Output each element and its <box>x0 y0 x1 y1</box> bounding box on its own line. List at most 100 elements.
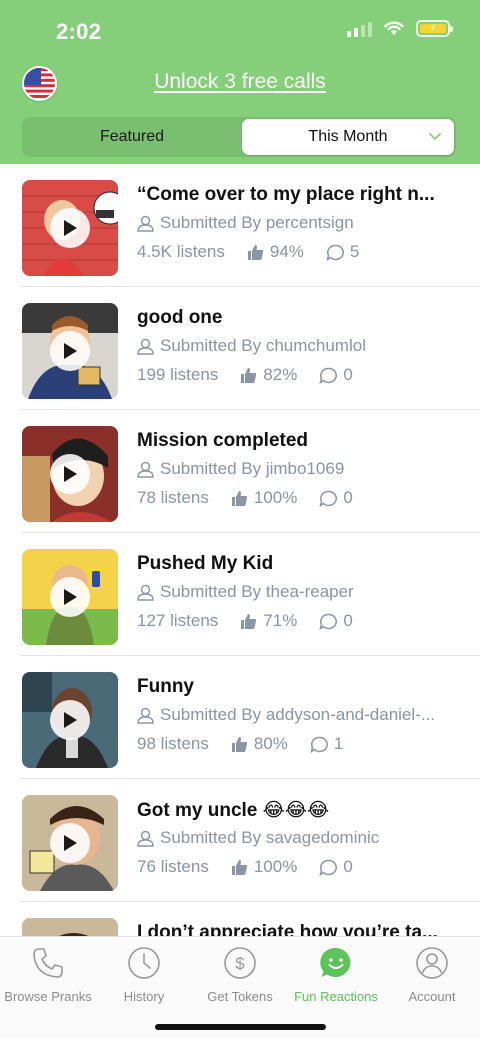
submitted-by: Submitted By addyson-and-daniel-... <box>137 705 467 725</box>
status-time: 2:02 <box>56 19 102 44</box>
list-item[interactable]: “Come over to my place right n... Submit… <box>20 164 480 287</box>
tab-history[interactable]: History <box>96 943 192 1004</box>
tab-this-month-label: This Month <box>308 128 388 145</box>
user-icon <box>137 830 154 847</box>
status-icons: ⚡ <box>347 20 453 37</box>
like-percent: 80% <box>253 734 288 753</box>
reaction-stats: 76 listens 100% 0 <box>137 857 375 877</box>
play-icon <box>64 466 77 482</box>
thumbs-up-icon <box>231 736 247 752</box>
reaction-title: “Come over to my place right n... <box>137 184 435 205</box>
play-button[interactable] <box>50 823 90 863</box>
tab-browse-pranks[interactable]: Browse Pranks <box>0 943 96 1004</box>
play-icon <box>64 712 77 728</box>
tab-fun-reactions[interactable]: Fun Reactions <box>288 943 384 1004</box>
unlock-free-calls-link-wrap: Unlock 3 free calls <box>0 70 480 94</box>
reaction-thumbnail[interactable] <box>22 180 118 276</box>
reaction-title: Got my uncle 😂😂😂 <box>137 800 330 821</box>
reaction-stats: 199 listens 82% 0 <box>137 365 375 385</box>
submitted-by: Submitted By percentsign <box>137 213 467 233</box>
like-percent: 82% <box>263 365 298 384</box>
dollar-icon: $ <box>224 947 256 979</box>
submitter-name: Submitted By percentsign <box>160 213 354 232</box>
reaction-thumbnail[interactable] <box>22 303 118 399</box>
submitter-name: Submitted By chumchumlol <box>160 336 366 355</box>
tab-label: History <box>123 989 165 1004</box>
phone-icon <box>33 948 63 978</box>
submitter-name: Submitted By savagedominic <box>160 828 380 847</box>
submitter-name: Submitted By jimbo1069 <box>160 459 345 478</box>
tab-featured[interactable]: Featured <box>22 117 242 157</box>
svg-text:$: $ <box>235 954 245 973</box>
clock-icon <box>128 947 160 979</box>
thumbs-up-icon <box>247 244 264 260</box>
tab-get-tokens[interactable]: $ Get Tokens <box>192 943 288 1004</box>
reaction-thumbnail[interactable] <box>22 672 118 768</box>
submitter-name: Submitted By thea-reaper <box>160 582 354 601</box>
play-button[interactable] <box>50 331 90 371</box>
user-icon <box>137 584 154 601</box>
comment-count: 5 <box>349 242 360 261</box>
home-indicator[interactable] <box>155 1024 326 1030</box>
list-item[interactable]: Mission completed Submitted By jimbo1069… <box>20 410 480 533</box>
user-icon <box>137 338 154 355</box>
play-icon <box>64 835 77 851</box>
smile-chat-icon <box>320 947 351 977</box>
battery-icon: ⚡ <box>416 20 453 37</box>
list-item[interactable]: good one Submitted By chumchumlol 199 li… <box>20 287 480 410</box>
reaction-thumbnail[interactable] <box>22 426 118 522</box>
play-button[interactable] <box>50 700 90 740</box>
tab-account[interactable]: Account <box>384 943 480 1004</box>
segmented-control: Featured This Month <box>22 117 456 157</box>
play-icon <box>64 589 77 605</box>
thumbs-up-icon <box>231 490 247 506</box>
comment-icon <box>326 244 344 261</box>
reaction-title: Mission completed <box>137 430 309 451</box>
user-icon <box>416 947 448 979</box>
unlock-free-calls-link[interactable]: Unlock 3 free calls <box>154 70 326 93</box>
play-icon <box>64 343 77 359</box>
list-item[interactable]: Funny Submitted By addyson-and-daniel-..… <box>20 656 480 779</box>
comment-icon <box>319 613 338 630</box>
listen-count: 78 listens <box>137 488 209 507</box>
reactions-list[interactable]: “Come over to my place right n... Submit… <box>0 164 480 936</box>
reaction-title: good one <box>137 307 223 328</box>
user-icon <box>137 215 154 232</box>
thumbs-up-icon <box>241 613 257 629</box>
comment-icon <box>319 367 338 384</box>
reaction-title: I don’t appreciate how you’re ta... <box>137 922 438 936</box>
thumbs-up-icon <box>241 367 257 383</box>
comment-count: 0 <box>343 488 353 507</box>
reaction-thumbnail[interactable] <box>22 918 118 936</box>
reaction-stats: 78 listens 100% 0 <box>137 488 375 508</box>
listen-count: 4.5K listens <box>137 242 225 261</box>
chevron-down-icon <box>429 133 441 141</box>
submitted-by: Submitted By thea-reaper <box>137 582 467 602</box>
comment-icon <box>319 490 338 507</box>
listen-count: 199 listens <box>137 365 219 384</box>
tab-label: Get Tokens <box>207 989 273 1004</box>
tab-label: Fun Reactions <box>294 989 378 1004</box>
comment-count: 0 <box>343 611 353 630</box>
reaction-stats: 98 listens 80% 1 <box>137 734 365 754</box>
tab-this-month[interactable]: This Month <box>242 119 454 155</box>
play-button[interactable] <box>50 577 90 617</box>
reaction-stats: 4.5K listens 94% 5 <box>137 242 381 262</box>
list-item[interactable]: Got my uncle 😂😂😂 Submitted By savagedomi… <box>20 779 480 902</box>
reaction-title: Pushed My Kid <box>137 553 274 574</box>
tab-label: Browse Pranks <box>4 989 92 1004</box>
listen-count: 76 listens <box>137 857 209 876</box>
header: 2:02 ⚡ Unlock 3 free calls Featured This… <box>0 0 480 164</box>
user-icon <box>137 461 154 478</box>
submitted-by: Submitted By chumchumlol <box>137 336 467 356</box>
comment-count: 0 <box>343 857 353 876</box>
reaction-thumbnail[interactable] <box>22 795 118 891</box>
play-button[interactable] <box>50 208 90 248</box>
reaction-title: Funny <box>137 676 194 697</box>
list-item[interactable]: I don’t appreciate how you’re ta... <box>20 902 480 936</box>
list-item[interactable]: Pushed My Kid Submitted By thea-reaper 1… <box>20 533 480 656</box>
play-button[interactable] <box>50 454 90 494</box>
play-icon <box>64 220 77 236</box>
reaction-thumbnail[interactable] <box>22 549 118 645</box>
wifi-icon <box>384 21 404 35</box>
